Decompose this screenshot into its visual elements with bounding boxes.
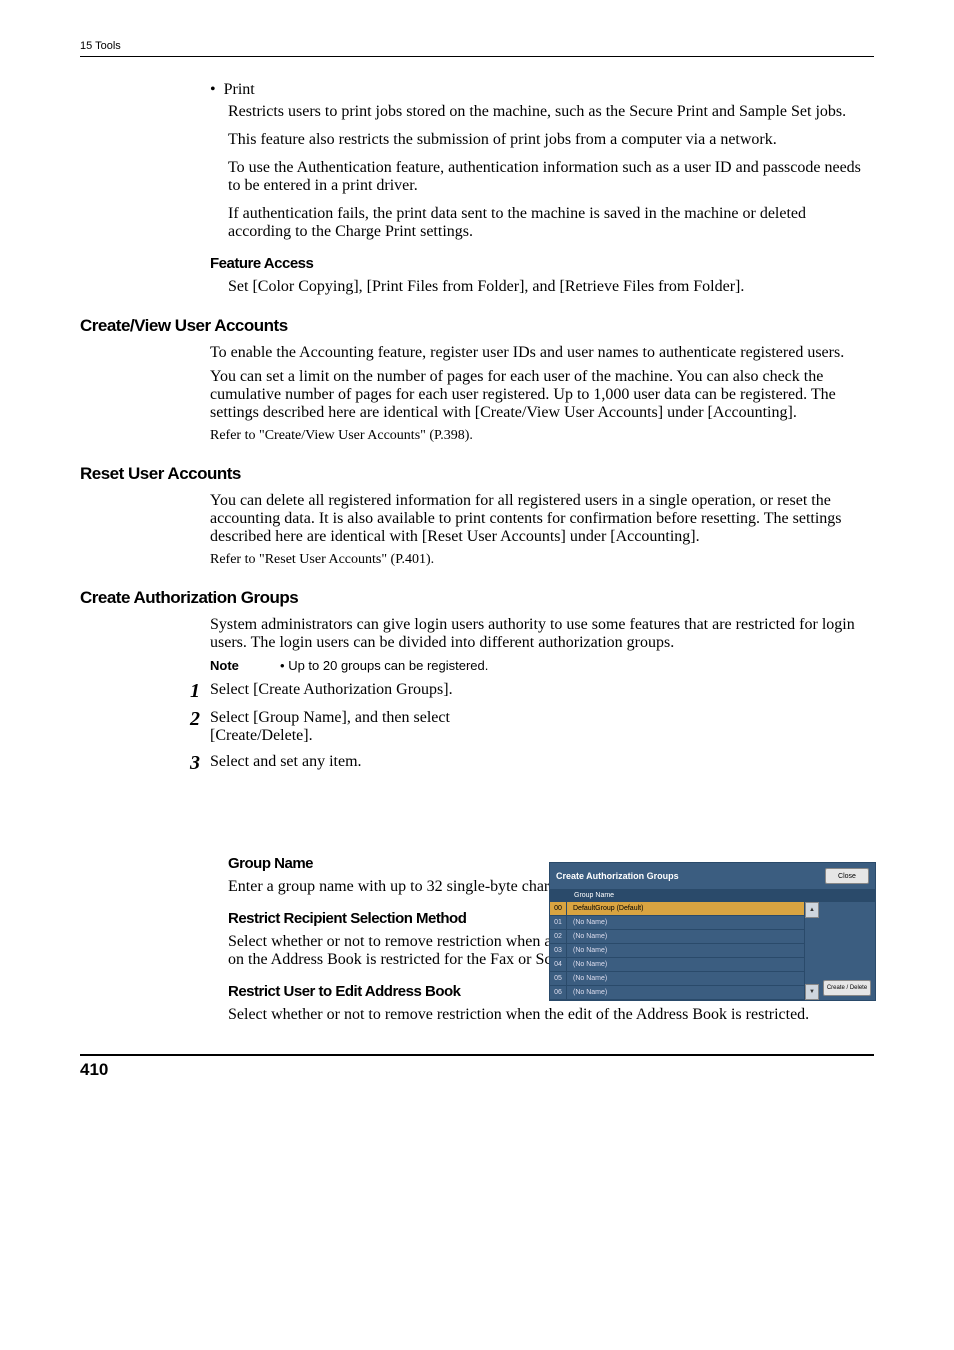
step-2-text: Select [Group Name], and then select [Cr…: [210, 709, 545, 745]
create-delete-button[interactable]: Create / Delete: [823, 980, 871, 996]
print-p3: To use the Authentication feature, authe…: [228, 159, 864, 195]
scroll-up-button[interactable]: ▲: [805, 902, 819, 918]
step-1-num: 1: [180, 681, 200, 701]
list-item[interactable]: 06 (No Name): [550, 986, 804, 1000]
print-p4: If authentication fails, the print data …: [228, 205, 864, 241]
create-view-p1: To enable the Accounting feature, regist…: [210, 344, 864, 362]
step-3-num: 3: [180, 753, 200, 773]
note-row: Note • Up to 20 groups can be registered…: [210, 658, 874, 673]
reset-p1: You can delete all registered informatio…: [210, 492, 864, 546]
auth-groups-p1: System administrators can give login use…: [210, 616, 864, 652]
print-p1: Restricts users to print jobs stored on …: [228, 103, 864, 121]
feature-access-body: Set [Color Copying], [Print Files from F…: [228, 278, 864, 296]
ui-column-header: Group Name: [550, 889, 875, 902]
row-index: 02: [550, 930, 567, 943]
row-name: (No Name): [567, 975, 607, 982]
scrollbar[interactable]: ▲ ▼: [804, 902, 819, 1000]
print-title: Print: [224, 81, 255, 99]
page-number: 410: [80, 1060, 874, 1080]
row-index: 00: [550, 902, 567, 915]
header-breadcrumb: 15 Tools: [80, 40, 874, 52]
row-index: 03: [550, 944, 567, 957]
step-3-text: Select and set any item.: [210, 753, 362, 771]
create-view-heading: Create/View User Accounts: [80, 316, 874, 336]
note-body: Up to 20 groups can be registered.: [288, 658, 488, 673]
print-bullet-row: • Print: [210, 81, 864, 99]
note-label: Note: [210, 658, 250, 673]
ui-header: Create Authorization Groups Close: [550, 863, 875, 889]
step-2-row: 2 Select [Group Name], and then select […: [180, 709, 874, 745]
list-item[interactable]: 05 (No Name): [550, 972, 804, 986]
ui-panel: Create Authorization Groups Close Group …: [549, 862, 876, 1001]
reset-heading: Reset User Accounts: [80, 464, 874, 484]
ui-title: Create Authorization Groups: [556, 871, 679, 881]
row-name: (No Name): [567, 961, 607, 968]
scroll-down-button[interactable]: ▼: [805, 984, 819, 1000]
row-index: 04: [550, 958, 567, 971]
footer-rule: [80, 1054, 874, 1056]
step-1-text: Select [Create Authorization Groups].: [210, 681, 453, 699]
page: 15 Tools • Print Restricts users to prin…: [0, 0, 954, 1120]
list-item[interactable]: 02 (No Name): [550, 930, 804, 944]
note-bullet: •: [280, 658, 285, 673]
step-2-num: 2: [180, 709, 200, 729]
step-1-row: 1 Select [Create Authorization Groups].: [180, 681, 874, 701]
list-item[interactable]: 01 (No Name): [550, 916, 804, 930]
row-name: (No Name): [567, 947, 607, 954]
list-item[interactable]: 00 DefaultGroup (Default): [550, 902, 804, 916]
row-name: DefaultGroup (Default): [567, 905, 643, 912]
row-name: (No Name): [567, 919, 607, 926]
row-name: (No Name): [567, 989, 607, 996]
row-index: 05: [550, 972, 567, 985]
step-3-row: 3 Select and set any item.: [180, 753, 874, 773]
list-item[interactable]: 04 (No Name): [550, 958, 804, 972]
bullet-dot: •: [210, 81, 216, 99]
ui-body: 00 DefaultGroup (Default) 01 (No Name) 0…: [550, 902, 875, 1000]
auth-groups-heading: Create Authorization Groups: [80, 588, 874, 608]
restrict-edit-body: Select whether or not to remove restrict…: [228, 1006, 864, 1024]
create-view-ref: Refer to "Create/View User Accounts" (P.…: [210, 428, 874, 444]
scroll-track[interactable]: [805, 918, 819, 984]
reset-ref: Refer to "Reset User Accounts" (P.401).: [210, 552, 874, 568]
list-item[interactable]: 03 (No Name): [550, 944, 804, 958]
header-rule: [80, 56, 874, 57]
close-button[interactable]: Close: [825, 868, 869, 884]
feature-access-heading: Feature Access: [210, 255, 874, 272]
print-p2: This feature also restricts the submissi…: [228, 131, 864, 149]
ui-list: 00 DefaultGroup (Default) 01 (No Name) 0…: [550, 902, 804, 1000]
row-index: 01: [550, 916, 567, 929]
row-name: (No Name): [567, 933, 607, 940]
ui-side-panel: Create / Delete: [819, 902, 875, 1000]
note-text: • Up to 20 groups can be registered.: [280, 658, 488, 673]
create-view-p2: You can set a limit on the number of pag…: [210, 368, 864, 422]
row-index: 06: [550, 986, 567, 999]
